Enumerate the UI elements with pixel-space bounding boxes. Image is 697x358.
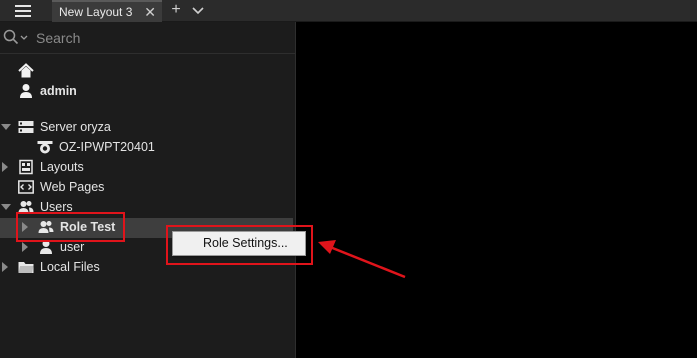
tree-item-label: OZ-IPWPT20401 — [59, 140, 155, 154]
tree-item-label: user — [60, 240, 85, 254]
add-tab-button[interactable]: + — [168, 0, 184, 22]
context-menu: Role Settings... — [172, 231, 306, 256]
caret-down-icon[interactable] — [1, 124, 11, 130]
tree-item-label: Web Pages — [40, 180, 105, 194]
tab-new-layout-3[interactable]: New Layout 3 ✕ — [52, 0, 162, 22]
user-icon — [20, 84, 32, 98]
tree-item-label: Local Files — [40, 260, 100, 274]
tab-label: New Layout 3 — [59, 5, 133, 19]
tree-item-label: Server oryza — [40, 120, 111, 134]
hamburger-icon — [15, 5, 31, 7]
tree-item-home[interactable] — [0, 62, 296, 81]
menu-item-role-settings[interactable]: Role Settings... — [173, 232, 305, 255]
home-icon — [18, 63, 34, 78]
tree-item-web-pages[interactable]: Web Pages — [0, 178, 296, 197]
search-input[interactable] — [36, 28, 286, 48]
caret-down-icon[interactable] — [1, 204, 11, 210]
main-menu-button[interactable] — [0, 0, 48, 22]
tree-item-camera[interactable]: OZ-IPWPT20401 — [0, 138, 296, 157]
top-bar: New Layout 3 ✕ + — [0, 0, 697, 22]
layout-viewport[interactable] — [297, 22, 697, 358]
tree-item-layouts[interactable]: Layouts — [0, 158, 296, 177]
hamburger-icon — [15, 10, 31, 12]
tree-item-admin[interactable]: admin — [0, 82, 296, 101]
layouts-icon — [19, 159, 33, 175]
close-icon[interactable]: ✕ — [144, 3, 156, 21]
tab-list-button[interactable] — [190, 0, 206, 22]
tree-item-server[interactable]: Server oryza — [0, 118, 296, 137]
web-page-icon — [18, 180, 34, 194]
menu-item-label: Role Settings... — [203, 236, 288, 250]
server-icon — [18, 121, 34, 133]
resource-tree-panel: admin Server oryza OZ-IPWPT20401 Layouts — [0, 22, 296, 358]
annotation-highlight-role-test — [16, 212, 125, 242]
chevron-down-icon — [192, 7, 204, 15]
caret-right-icon[interactable] — [22, 242, 28, 252]
search-bar — [0, 22, 296, 54]
chevron-down-icon[interactable] — [19, 33, 29, 43]
hamburger-icon — [15, 15, 31, 17]
tree-item-label: admin — [40, 84, 77, 98]
tree-item-label: Layouts — [40, 160, 84, 174]
search-icon — [3, 29, 19, 45]
caret-right-icon[interactable] — [2, 262, 8, 272]
folder-icon — [18, 262, 34, 273]
camera-icon — [37, 141, 53, 154]
caret-right-icon[interactable] — [2, 162, 8, 172]
